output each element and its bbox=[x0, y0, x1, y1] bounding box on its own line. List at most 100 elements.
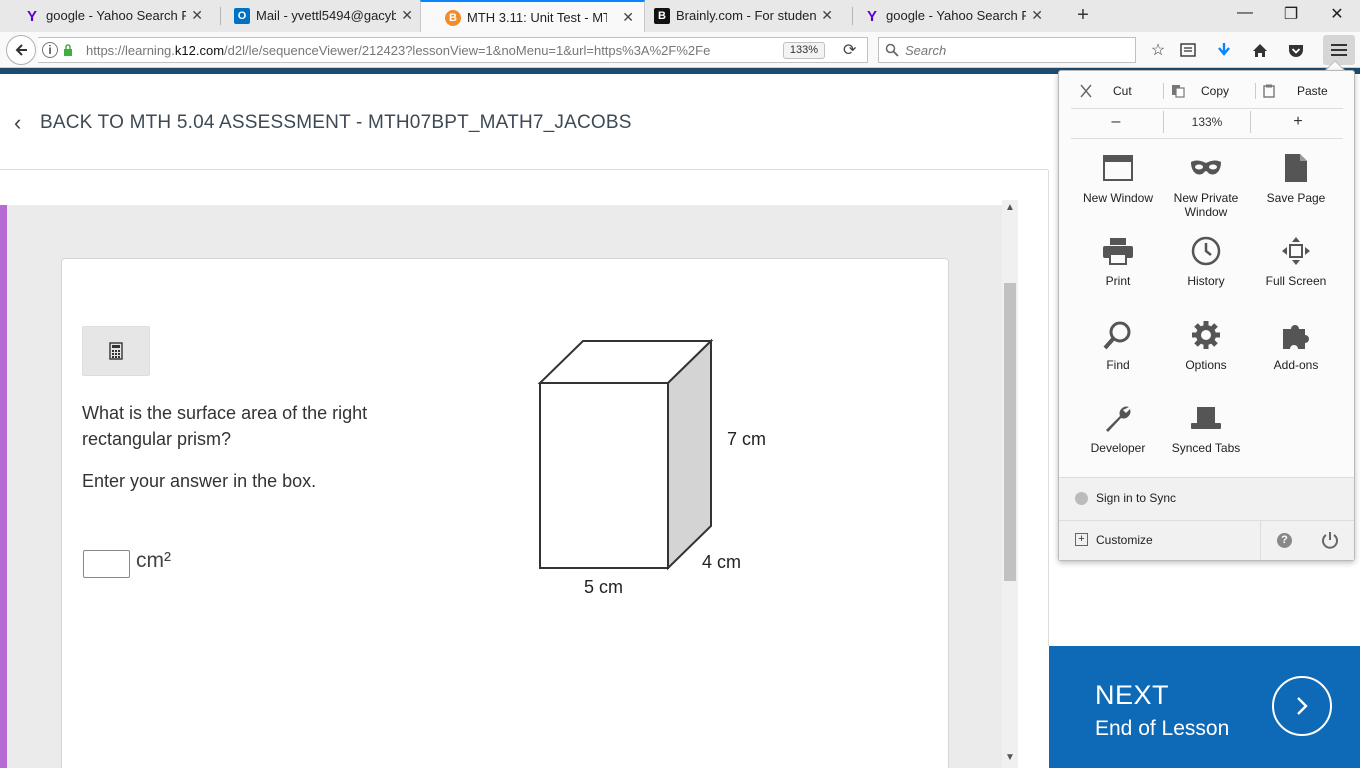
reload-icon[interactable]: ⟳ bbox=[843, 40, 856, 60]
close-tab-icon[interactable]: ✕ bbox=[1031, 7, 1043, 24]
paste-label: Paste bbox=[1297, 84, 1328, 98]
zoom-controls: – 133% + bbox=[1071, 111, 1343, 135]
depth-label: 4 cm bbox=[702, 552, 741, 572]
instruction-text: Enter your answer in the box. bbox=[82, 471, 317, 491]
tab-label: MTH 3.11: Unit Test - MT... bbox=[467, 10, 607, 25]
tab-label: Mail - yvettl5494@gacybe... bbox=[256, 8, 396, 23]
url-bar[interactable]: i https://learning.k12.com/d2l/le/sequen… bbox=[38, 37, 868, 63]
cut-button[interactable]: Cut bbox=[1071, 79, 1161, 103]
print-icon bbox=[1103, 238, 1133, 265]
download-icon[interactable] bbox=[1214, 40, 1234, 60]
tab-yahoo-search-2[interactable]: Y google - Yahoo Search Re... ✕ bbox=[840, 0, 1053, 32]
search-placeholder: Search bbox=[905, 43, 947, 58]
url-text[interactable]: https://learning.k12.com/d2l/le/sequence… bbox=[86, 43, 710, 58]
scroll-up-arrow-icon[interactable]: ▲ bbox=[1002, 200, 1018, 216]
zoom-out-button[interactable]: – bbox=[1071, 111, 1161, 133]
synced-tabs-icon bbox=[1191, 407, 1221, 429]
find-magnifier-icon bbox=[1103, 321, 1131, 350]
addons-puzzle-icon bbox=[1283, 325, 1309, 349]
right-gutter-divider bbox=[1048, 170, 1049, 646]
lock-icon bbox=[64, 44, 72, 56]
new-window-icon bbox=[1103, 155, 1133, 181]
menu-item-print[interactable]: Print bbox=[1073, 234, 1163, 288]
answer-input[interactable] bbox=[83, 550, 130, 578]
tab-brainly[interactable]: B Brainly.com - For students... ✕ bbox=[630, 0, 843, 32]
developer-wrench-icon bbox=[1106, 406, 1131, 432]
menu-item-label: Options bbox=[1185, 358, 1227, 372]
menu-item-label: Save Page bbox=[1266, 191, 1326, 205]
plus-icon: + bbox=[1075, 533, 1088, 546]
customize-label: Customize bbox=[1096, 533, 1153, 547]
menu-item-synced-tabs[interactable]: Synced Tabs bbox=[1161, 401, 1251, 455]
paste-clipboard-icon bbox=[1263, 84, 1275, 98]
outlook-favicon-icon: O bbox=[234, 8, 250, 24]
home-icon[interactable] bbox=[1250, 40, 1270, 60]
bookmark-star-icon[interactable]: ☆ bbox=[1148, 40, 1168, 60]
scrollbar-thumb[interactable] bbox=[1004, 283, 1016, 581]
calculator-button[interactable] bbox=[82, 326, 150, 376]
sign-in-to-sync-button[interactable]: Sign in to Sync bbox=[1059, 478, 1354, 520]
url-path: /d2l/le/sequenceViewer/212423?lessonView… bbox=[224, 43, 711, 58]
next-title: NEXT bbox=[1095, 680, 1170, 710]
hamburger-menu-icon[interactable] bbox=[1323, 35, 1355, 65]
copy-label: Copy bbox=[1201, 84, 1230, 98]
menu-item-new-window[interactable]: New Window bbox=[1073, 151, 1163, 205]
menu-item-find[interactable]: Find bbox=[1073, 318, 1163, 372]
menu-item-full-screen[interactable]: Full Screen bbox=[1251, 234, 1341, 288]
search-bar[interactable]: Search bbox=[878, 37, 1136, 63]
customize-button[interactable]: + Customize bbox=[1059, 521, 1259, 560]
pocket-icon[interactable] bbox=[1286, 40, 1306, 60]
close-window-button[interactable]: ✕ bbox=[1322, 4, 1352, 24]
back-to-assessment-link[interactable]: BACK TO MTH 5.04 ASSESSMENT - MTH07BPT_M… bbox=[40, 112, 632, 134]
tab-yahoo-search-1[interactable]: Y google - Yahoo Search Re... ✕ bbox=[0, 0, 213, 32]
menu-item-save-page[interactable]: Save Page bbox=[1251, 151, 1341, 205]
scroll-down-arrow-icon[interactable]: ▼ bbox=[1002, 750, 1018, 766]
calculator-icon bbox=[109, 342, 123, 360]
copy-button[interactable]: Copy bbox=[1167, 79, 1255, 103]
minimize-button[interactable]: — bbox=[1230, 4, 1260, 22]
menu-item-label: Add-ons bbox=[1273, 358, 1319, 372]
next-arrow-button[interactable] bbox=[1272, 676, 1332, 736]
close-tab-icon[interactable]: ✕ bbox=[401, 7, 413, 24]
new-tab-button[interactable]: + bbox=[1072, 4, 1094, 27]
menu-divider bbox=[1071, 138, 1343, 139]
menu-item-new-private-window[interactable]: New Private Window bbox=[1161, 151, 1251, 219]
yahoo-favicon-icon: Y bbox=[26, 7, 37, 25]
menu-item-developer[interactable]: Developer bbox=[1073, 401, 1163, 455]
scissors-icon bbox=[1080, 84, 1092, 98]
question-card: What is the surface area of the right re… bbox=[61, 258, 949, 768]
menu-item-addons[interactable]: Add-ons bbox=[1251, 318, 1341, 372]
paste-button[interactable]: Paste bbox=[1259, 79, 1343, 103]
edit-separator bbox=[1163, 83, 1164, 99]
width-label: 5 cm bbox=[584, 577, 623, 597]
menu-item-options[interactable]: Options bbox=[1161, 318, 1251, 372]
url-prefix: https://learning. bbox=[86, 43, 175, 58]
height-label: 7 cm bbox=[727, 429, 766, 449]
zoom-reset-button[interactable]: 133% bbox=[783, 42, 825, 59]
back-button[interactable] bbox=[6, 35, 36, 65]
reader-list-icon[interactable] bbox=[1178, 40, 1198, 60]
menu-item-label: Print bbox=[1105, 274, 1131, 288]
sign-in-label: Sign in to Sync bbox=[1096, 491, 1177, 505]
tab-strip: Y google - Yahoo Search Re... ✕ O Mail -… bbox=[0, 0, 1360, 32]
close-tab-icon[interactable]: ✕ bbox=[191, 7, 203, 24]
close-tab-icon[interactable]: ✕ bbox=[821, 7, 833, 24]
tab-unit-test[interactable]: B MTH 3.11: Unit Test - MT... ✕ bbox=[420, 0, 645, 32]
edit-separator bbox=[1255, 83, 1256, 99]
info-icon[interactable]: i bbox=[42, 42, 58, 58]
help-icon[interactable]: ? bbox=[1277, 533, 1292, 548]
next-lesson-button[interactable]: NEXT End of Lesson bbox=[1049, 646, 1360, 768]
quit-power-icon[interactable] bbox=[1321, 531, 1339, 549]
menu-item-history[interactable]: History bbox=[1161, 234, 1251, 288]
tab-label: Brainly.com - For students... bbox=[676, 8, 816, 23]
menu-item-label: History bbox=[1187, 274, 1225, 288]
navigation-toolbar: i https://learning.k12.com/d2l/le/sequen… bbox=[0, 32, 1360, 68]
edit-controls: Cut Copy Paste bbox=[1071, 79, 1343, 103]
zoom-level-button[interactable]: 133% bbox=[1163, 111, 1251, 133]
tab-mail[interactable]: O Mail - yvettl5494@gacybe... ✕ bbox=[210, 0, 423, 32]
zoom-in-button[interactable]: + bbox=[1253, 111, 1343, 133]
restore-button[interactable]: ❐ bbox=[1276, 4, 1306, 24]
unit-label: cm² bbox=[136, 549, 171, 572]
private-mask-icon bbox=[1191, 160, 1221, 175]
chevron-left-icon[interactable]: ‹ bbox=[14, 110, 21, 136]
